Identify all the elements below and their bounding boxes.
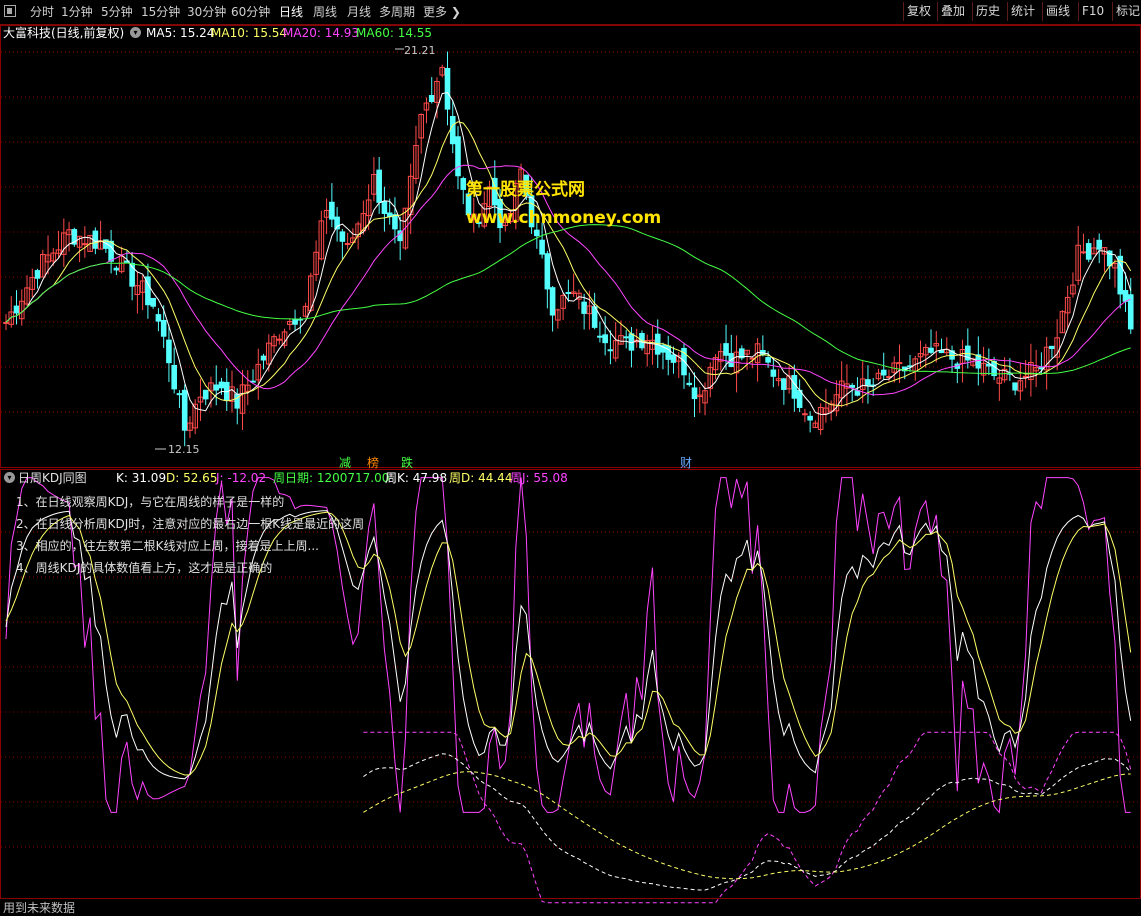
candle-body-127 — [670, 354, 677, 363]
candle-body-41 — [218, 381, 225, 389]
candle-body-34 — [181, 389, 188, 431]
candle-body-178 — [938, 350, 945, 354]
candle-body-86 — [455, 136, 461, 177]
candle-body-146 — [770, 369, 777, 377]
event-marker-3[interactable]: 财 — [680, 454, 692, 471]
candle-body-28 — [150, 297, 156, 307]
kdj-value-1: D: 52.65 — [166, 471, 218, 485]
kdj-value-4: 周K: 47.98 — [385, 471, 448, 485]
candle-body-206 — [1085, 243, 1092, 260]
stock-title: 大富科技(日线,前复权) — [3, 26, 125, 40]
weekly-d-line — [363, 771, 1131, 880]
candle-body-20 — [108, 240, 114, 262]
candle-body-102 — [539, 239, 545, 255]
watermark-url: www.chnmoney.com — [466, 208, 662, 228]
ma-value-3: MA60: 14.55 — [356, 26, 433, 40]
candle-body-164 — [865, 379, 871, 386]
candle-body-6 — [34, 270, 41, 279]
candle-body-64 — [339, 231, 346, 242]
candle-body-52 — [276, 338, 283, 341]
kdj-note-3: 4、周线KDJ的具体数值看上方，这才是是正确的 — [16, 561, 273, 575]
candle-body-150 — [791, 375, 798, 399]
kdj-value-5: 周D: 44.44 — [449, 471, 513, 485]
candle-body-40 — [213, 384, 220, 391]
candle-body-199 — [1049, 345, 1055, 350]
main-frame — [0, 25, 1141, 468]
high-price-label: 21.21 — [404, 44, 436, 57]
kdj-value-3: 周日期: 1200717.00 — [273, 471, 390, 485]
candle-body-30 — [160, 319, 167, 337]
candle-body-62 — [329, 201, 335, 220]
candle-body-110 — [581, 301, 587, 314]
candle-body-205 — [1080, 251, 1087, 254]
event-marker-1[interactable]: 榜 — [367, 454, 379, 471]
kdj-value-6: 周J: 55.08 — [510, 471, 568, 485]
candle-body-104 — [549, 287, 556, 316]
footer-status: 用到未来数据 — [3, 901, 76, 915]
ma-value-0: MA5: 15.24 — [146, 26, 215, 40]
candle-body-33 — [176, 393, 183, 396]
ma-value-1: MA10: 15.54 — [211, 26, 288, 40]
candle-body-74 — [392, 214, 398, 230]
candle-body-31 — [166, 339, 172, 364]
candle-body-114 — [602, 334, 608, 344]
candle-body-103 — [544, 253, 551, 290]
candle-body-148 — [781, 378, 787, 390]
candle-body-131 — [691, 387, 698, 400]
candle-body-208 — [1096, 239, 1103, 250]
candle-body-65 — [344, 243, 351, 246]
candle-body-32 — [171, 364, 177, 390]
kdj-note-1: 2、在日线分析周KDJ时，注意对应的最右边一根K线是最近的这周 — [16, 517, 365, 531]
candle-body-107 — [565, 292, 572, 295]
candle-body-145 — [765, 357, 771, 363]
candle-body-213 — [1122, 290, 1129, 302]
event-marker-0[interactable]: 减 — [339, 454, 351, 471]
candle-body-2 — [13, 305, 20, 314]
candle-body-130 — [686, 382, 693, 386]
kdj-title: 日周KDJ同图 — [18, 471, 87, 485]
chart-canvas[interactable] — [0, 0, 1141, 916]
candle-body-71 — [376, 169, 382, 203]
kdj-note-0: 1、在日线观察周KDJ，与它在周线的样子是一样的 — [16, 495, 285, 509]
ma-value-2: MA20: 14.93 — [283, 26, 360, 40]
candle-body-0 — [3, 321, 9, 324]
candle-body-137 — [723, 343, 729, 356]
candle-body-85 — [449, 115, 456, 145]
candle-body-115 — [607, 349, 614, 352]
chevron-down-icon[interactable]: ▾ — [4, 472, 15, 483]
chevron-down-icon[interactable]: ▾ — [130, 27, 141, 38]
candle-body-21 — [113, 267, 120, 271]
candle-body-176 — [928, 347, 934, 353]
candle-body-167 — [880, 369, 887, 376]
kdj-note-2: 3、相应的，往左数第二根K线对应上周，接着是上上周... — [16, 539, 319, 553]
event-marker-2[interactable]: 跌 — [401, 454, 413, 471]
candle-body-72 — [381, 201, 388, 214]
candle-body-162 — [854, 390, 861, 396]
candle-body-153 — [807, 415, 813, 421]
kdj-value-0: K: 31.09 — [116, 471, 167, 485]
candle-body-81 — [428, 95, 435, 103]
watermark-title: 第一股票公式网 — [466, 180, 585, 200]
candle-body-118 — [623, 336, 629, 339]
candle-body-101 — [534, 229, 540, 237]
low-price-label: 12.15 — [168, 443, 200, 456]
weekly-j-line — [363, 731, 1132, 904]
candle-body-38 — [202, 389, 209, 400]
candle-body-49 — [260, 355, 267, 361]
candle-body-29 — [155, 314, 162, 322]
candle-body-17 — [92, 230, 99, 249]
candle-body-55 — [292, 318, 298, 325]
kdj-value-2: J: -12.02 — [216, 471, 267, 485]
candle-body-126 — [665, 345, 672, 360]
candle-body-84 — [444, 67, 451, 110]
candle-body-113 — [597, 335, 603, 338]
candle-body-192 — [1012, 382, 1018, 391]
candle-body-87 — [460, 178, 467, 190]
kdj-frame — [0, 469, 1141, 899]
candle-body-161 — [849, 384, 855, 388]
